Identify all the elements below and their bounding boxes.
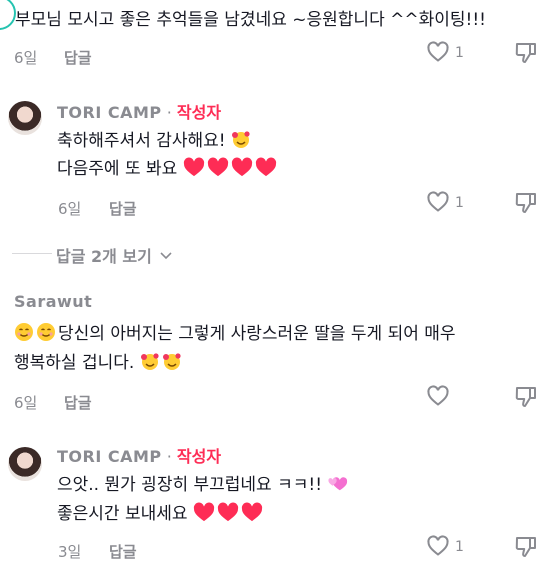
author-name[interactable]: Sarawut <box>14 292 92 311</box>
comment-time: 6일 <box>14 49 38 67</box>
comment-text: 좋은시간 보내세요 <box>57 504 188 524</box>
comment-text-line: 으앗.. 뭔가 굉장히 부끄럽네요 ㅋㅋ!! <box>57 471 351 499</box>
comment-text-line: 축하해주셔서 감사해요! <box>57 127 253 155</box>
comment-text-line: 행복하실 겁니다. <box>14 349 184 377</box>
comment-text-line: 좋은시간 보내세요 <box>57 500 265 528</box>
thumbs-down-icon <box>515 537 536 557</box>
like-button[interactable] <box>426 384 450 408</box>
like-button[interactable] <box>426 534 450 558</box>
separator: · <box>166 103 172 122</box>
heart-outline-icon <box>427 535 449 556</box>
smiling-face-with-hearts-emoji <box>232 131 250 148</box>
creator-badge: 작성자 <box>176 103 222 122</box>
avatar[interactable] <box>8 101 42 135</box>
author-name[interactable]: TORI CAMP <box>57 447 162 466</box>
thumbs-down-icon <box>515 43 536 63</box>
thumbs-down-icon <box>515 387 536 407</box>
reply-button[interactable]: 답글 <box>109 198 137 219</box>
comment-header: TORI CAMP · 작성자 <box>57 443 221 467</box>
avatar[interactable] <box>0 0 16 30</box>
view-replies-label: 답글 2개 보기 <box>56 247 152 266</box>
author-name[interactable]: TORI CAMP <box>57 103 162 122</box>
comment-text: 축하해주셔서 감사해요! <box>57 131 226 151</box>
dislike-button[interactable] <box>513 384 539 410</box>
heart-emoji <box>231 157 252 177</box>
heart-outline-icon <box>427 385 449 406</box>
separator: · <box>166 447 172 466</box>
like-button[interactable] <box>426 40 450 64</box>
divider <box>12 253 52 254</box>
growing-heart-emoji <box>328 477 348 491</box>
avatar[interactable] <box>8 447 42 481</box>
comment-text-line: 다음주에 또 봐요 <box>57 155 279 183</box>
dislike-button[interactable] <box>513 534 539 560</box>
comment-text: 으앗.. 뭔가 굉장히 부끄럽네요 ㅋㅋ!! <box>57 475 323 495</box>
comment-text: 당신의 아버지는 그렇게 사랑스러운 딸을 두게 되어 매우 <box>58 324 456 344</box>
heart-emoji <box>183 157 204 177</box>
like-count: 1 <box>455 45 464 61</box>
comment-time: 6일 <box>58 200 82 218</box>
comment-text: 부모님 모시고 좋은 추억들을 남겼네요 ~응원합니다 ^^화이팅!!! <box>15 10 486 30</box>
like-count: 1 <box>455 539 464 555</box>
like-button[interactable] <box>426 190 450 214</box>
chevron-down-icon <box>160 252 173 260</box>
comment-text: 행복하실 겁니다. <box>14 353 135 373</box>
heart-outline-icon <box>427 191 449 212</box>
reply-button[interactable]: 답글 <box>109 541 137 562</box>
comment-header: TORI CAMP · 작성자 <box>57 99 221 123</box>
smiling-face-with-hearts-emoji <box>140 353 159 370</box>
heart-emoji <box>207 157 228 177</box>
like-count: 1 <box>455 195 464 211</box>
view-replies-button[interactable]: 답글 2개 보기 <box>56 243 173 267</box>
comment-text: 다음주에 또 봐요 <box>57 159 178 179</box>
comment-time: 3일 <box>58 543 82 561</box>
heart-emoji <box>241 502 263 522</box>
thumbs-down-icon <box>515 193 536 213</box>
heart-emoji <box>217 502 239 522</box>
heart-emoji <box>193 502 215 522</box>
reply-button[interactable]: 답글 <box>64 47 92 68</box>
creator-badge: 작성자 <box>176 447 222 466</box>
reply-button[interactable]: 답글 <box>64 392 92 413</box>
heart-outline-icon <box>427 41 449 62</box>
dislike-button[interactable] <box>513 190 539 216</box>
smiling-face-with-hearts-emoji <box>162 353 181 370</box>
smiling-face-emoji <box>15 323 33 341</box>
heart-emoji <box>255 157 276 177</box>
smiling-face-emoji <box>37 323 55 341</box>
dislike-button[interactable] <box>513 40 539 66</box>
comment-text-line: 당신의 아버지는 그렇게 사랑스러운 딸을 두게 되어 매우 <box>14 320 456 348</box>
comment-time: 6일 <box>14 394 38 412</box>
